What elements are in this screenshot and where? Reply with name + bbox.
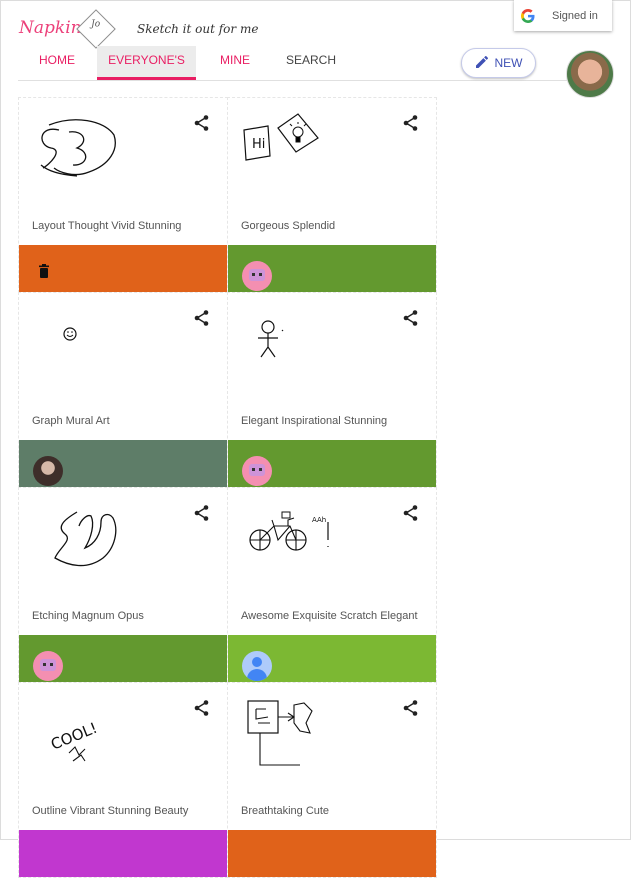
sketch-text: Hi	[252, 137, 265, 152]
card-owner-bar	[19, 635, 227, 682]
photo-avatar[interactable]	[33, 456, 63, 486]
card-owner-bar	[19, 830, 227, 877]
sketch-card[interactable]: Hi Gorgeous Splendid	[227, 97, 437, 293]
card-title: Layout Thought Vivid Stunning	[32, 220, 182, 232]
card-title: Etching Magnum Opus	[32, 610, 144, 622]
share-icon[interactable]	[193, 114, 211, 132]
sketch-card[interactable]: Etching Magnum Opus	[18, 487, 228, 683]
share-icon[interactable]	[402, 699, 420, 717]
pencil-icon	[475, 55, 489, 72]
card-owner-bar	[19, 440, 227, 487]
card-owner-bar	[228, 245, 436, 292]
sketch-card[interactable]: Graph Mural Art	[18, 292, 228, 488]
sketch-card[interactable]: Breathtaking Cute	[227, 682, 437, 878]
signed-in-label: Signed in	[552, 9, 598, 22]
share-icon[interactable]	[402, 114, 420, 132]
sketch-card[interactable]: COOL! Outline Vibrant Stunning Beauty	[18, 682, 228, 878]
sketch-card[interactable]: Layout Thought Vivid Stunning	[18, 97, 228, 293]
tab-everyones[interactable]: EVERYONE'S	[97, 46, 196, 80]
tab-search[interactable]: SEARCH	[276, 46, 346, 77]
share-icon[interactable]	[402, 309, 420, 327]
card-owner-bar	[228, 830, 436, 877]
new-sketch-button[interactable]: NEW	[461, 48, 536, 78]
user-avatar[interactable]	[242, 651, 272, 681]
google-icon	[520, 8, 536, 24]
signed-in-button[interactable]: Signed in	[514, 0, 612, 31]
share-icon[interactable]	[193, 699, 211, 717]
tab-home[interactable]: HOME	[18, 46, 96, 77]
tab-mine[interactable]: MINE	[202, 46, 268, 77]
card-owner-bar	[228, 440, 436, 487]
share-icon[interactable]	[193, 309, 211, 327]
robot-avatar[interactable]	[242, 456, 272, 486]
logo-mark: Jo	[91, 19, 101, 30]
share-icon[interactable]	[402, 504, 420, 522]
sketch-thumbnail: AAh	[249, 511, 329, 551]
card-owner-bar	[19, 245, 227, 292]
card-title: Gorgeous Splendid	[241, 220, 336, 232]
user-avatar[interactable]	[566, 50, 614, 98]
brand-logo-text[interactable]: Napkin	[19, 18, 82, 38]
card-owner-bar	[228, 635, 436, 682]
robot-avatar[interactable]	[33, 651, 63, 681]
sketch-thumbnail: Hi	[243, 113, 319, 161]
sketch-thumbnail	[40, 119, 116, 177]
sketch-card[interactable]: AAh Awesome Exquisite Scratch Elegant	[227, 487, 437, 683]
sketch-thumbnail	[247, 700, 313, 766]
nav-divider	[18, 80, 610, 81]
sketch-thumbnail	[258, 320, 284, 358]
card-title: Elegant Inspirational Stunning	[241, 415, 388, 427]
sketch-card[interactable]: Elegant Inspirational Stunning	[227, 292, 437, 488]
card-title: Outline Vibrant Stunning Beauty	[32, 805, 189, 817]
sketch-text: AAh	[312, 516, 326, 524]
tagline: Sketch it out for me	[137, 22, 259, 36]
card-title: Graph Mural Art	[32, 415, 110, 427]
share-icon[interactable]	[193, 504, 211, 522]
robot-avatar[interactable]	[242, 261, 272, 291]
card-title: Breathtaking Cute	[241, 805, 330, 817]
sketch-thumbnail	[63, 327, 77, 341]
sketch-thumbnail: COOL!	[48, 719, 100, 762]
card-title: Awesome Exquisite Scratch Elegant	[241, 610, 418, 622]
new-button-label: NEW	[494, 56, 523, 70]
delete-icon[interactable]	[38, 264, 50, 278]
sketch-thumbnail	[54, 511, 117, 567]
